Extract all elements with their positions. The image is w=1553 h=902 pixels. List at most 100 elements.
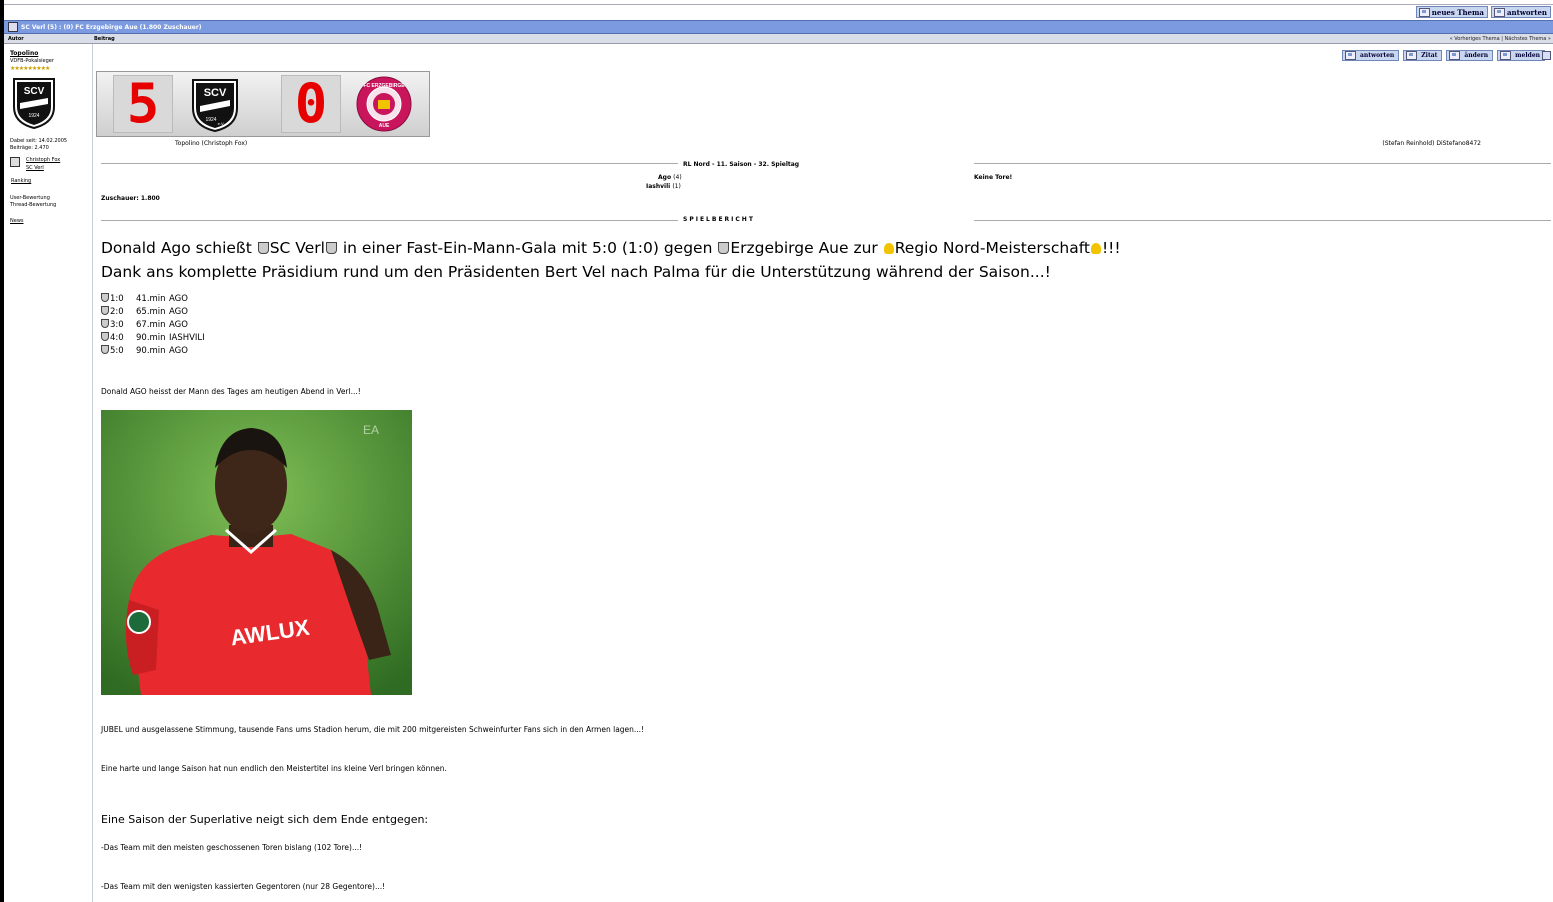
erzgebirge-aue-crest: FC ERZGEBIRGE AUE: [356, 76, 412, 132]
match-report-label: SPIELBERICHT: [683, 216, 755, 223]
edit-icon: [1449, 51, 1461, 60]
thread-icon: [8, 22, 18, 32]
report-headline: Donald Ago schießt SC Verl in einer Fast…: [101, 236, 1121, 284]
away-crest-sub: AUE: [379, 123, 390, 129]
column-header: Autor Beitrag « Vorheriges Thema | Nächs…: [4, 34, 1553, 44]
top-strip: [4, 0, 1553, 5]
paragraph-fewest-conceded: -Das Team mit den wenigsten kassierten G…: [101, 882, 386, 891]
paragraph-season: Eine harte und lange Saison hat nun endl…: [101, 764, 447, 773]
goal-club-icon: [101, 319, 109, 328]
aue-mini-icon: [718, 242, 730, 254]
home-manager: Topolino (Christoph Fox): [175, 140, 248, 147]
headline-opponent: Erzgebirge Aue zur: [730, 239, 883, 257]
away-scorers: Keine Tore!: [974, 174, 1013, 181]
goal-row: 5:0 90.min AGO: [101, 345, 205, 358]
club-name-link[interactable]: SC Verl: [26, 165, 60, 171]
reply-icon: [1344, 51, 1356, 60]
headline-title: Regio Nord-Meisterschaft: [894, 239, 1090, 257]
quote-icon: [1406, 51, 1418, 60]
headline-club: SC Verl: [269, 239, 325, 257]
goal-row: 4:0 90.min IASHVILI: [101, 332, 205, 345]
goal-player: AGO: [169, 307, 188, 317]
divider-report-right: [974, 220, 1551, 221]
player-photo: EA AWLUX: [101, 410, 412, 695]
thread-title-bar: SC Verl (5) : (0) FC Erzgebirge Aue (1.8…: [4, 20, 1553, 34]
goal-minute: 90.min: [136, 333, 166, 343]
home-score-panel: 5 SCV 1924 e.V.: [97, 72, 263, 136]
goal-club-icon: [101, 345, 109, 354]
edit-button[interactable]: ändern: [1446, 50, 1494, 61]
author-club: Christoph Fox SC Verl: [10, 157, 60, 173]
league-round: RL Nord - 11. Saison - 32. Spieltag: [683, 161, 800, 168]
author-sidebar: Topolino VDFB-Pokalsieger ★★★★★★★★★ SCV …: [4, 44, 93, 902]
help-icon[interactable]: [1542, 51, 1551, 60]
sc-verl-crest: SCV 1924 e.V.: [192, 79, 238, 132]
paragraph-most-goals: -Das Team mit den meisten geschossenen T…: [101, 843, 363, 852]
thread-navigation[interactable]: « Vorheriges Thema | Nächstes Thema »: [1450, 36, 1551, 42]
trophy-icon: [1090, 243, 1101, 254]
goal-score: 1:0: [110, 294, 124, 304]
spectators: Zuschauer: 1.800: [101, 195, 160, 202]
report-button[interactable]: melden: [1497, 50, 1545, 61]
scoreboard-banner: 5 SCV 1924 e.V. 0 FC ERZGEBIRGE AUE: [96, 71, 430, 137]
club-manager-link[interactable]: Christoph Fox: [26, 157, 60, 163]
goal-minute: 90.min: [136, 346, 166, 356]
home-scorer-2: Iashvili (1): [646, 183, 681, 190]
goal-club-icon: [101, 332, 109, 341]
author-username[interactable]: Topolino: [10, 50, 38, 57]
author-rank: VDFB-Pokalsieger: [10, 58, 54, 64]
goal-row: 1:0 41.min AGO: [101, 293, 205, 306]
post-column-header: Beitrag: [94, 36, 115, 42]
author-joined: Dabei seit: 14.02.2005: [10, 138, 68, 144]
goal-score: 5:0: [110, 346, 124, 356]
goal-minute: 41.min: [136, 294, 166, 304]
home-crest-year: 1924: [205, 117, 216, 123]
post-reply-button[interactable]: antworten: [1341, 50, 1400, 61]
goal-minute: 67.min: [136, 320, 166, 330]
scorer1-count: (4): [673, 174, 682, 181]
new-topic-icon: [1418, 7, 1430, 17]
goal-score: 2:0: [110, 307, 124, 317]
goal-list: 1:0 41.min AGO 2:0 65.min AGO 3:0 67.min AGO 4:0 9…: [101, 293, 205, 358]
avatar-crest-year: 1924: [28, 113, 39, 119]
scorer2-count: (1): [672, 183, 681, 190]
scorer1-name: Ago: [658, 174, 672, 181]
quote-button[interactable]: Zitat: [1403, 50, 1443, 61]
news-link[interactable]: News: [10, 218, 24, 224]
avatar-crest-text: SCV: [24, 86, 45, 97]
ranking-link[interactable]: Ranking: [11, 178, 31, 184]
sc-verl-mini-icon: [257, 242, 269, 254]
author-column-header: Autor: [8, 36, 24, 42]
home-crest-ev: e.V.: [218, 121, 225, 126]
user-rating-label: User-Bewertung: [10, 195, 50, 201]
headline-end: !!!: [1101, 239, 1121, 257]
divider-left: [101, 163, 678, 164]
trophy-icon: [883, 243, 894, 254]
club-crest-icon: [10, 157, 20, 167]
goal-player: AGO: [169, 294, 188, 304]
author-stars: ★★★★★★★★★: [10, 65, 50, 72]
quote-label: Zitat: [1421, 52, 1438, 59]
goal-row: 3:0 67.min AGO: [101, 319, 205, 332]
home-score-digit: 5: [113, 75, 173, 133]
top-button-bar: neues Thema antworten: [1415, 6, 1551, 18]
goal-minute: 65.min: [136, 307, 166, 317]
top-reply-label: antworten: [1506, 7, 1547, 17]
edit-label: ändern: [1464, 52, 1489, 59]
goal-row: 2:0 65.min AGO: [101, 306, 205, 319]
forum-page: neues Thema antworten SC Verl (5) : (0) …: [4, 0, 1553, 902]
post-button-bar: antworten Zitat ändern melden: [1341, 50, 1545, 61]
report-icon: [1500, 51, 1512, 60]
away-manager: (Stefan Reinhold) DiStefano8472: [1382, 140, 1481, 147]
paragraph-man-of-day: Donald AGO heisst der Mann des Tages am …: [101, 387, 361, 396]
report-label: melden: [1515, 52, 1540, 59]
thread-title: SC Verl (5) : (0) FC Erzgebirge Aue (1.8…: [21, 23, 202, 31]
sc-verl-mini-icon: [325, 242, 337, 254]
reply-icon: [1493, 7, 1505, 17]
home-crest-text: SCV: [204, 87, 227, 99]
top-reply-button[interactable]: antworten: [1490, 6, 1551, 18]
away-score-digit: 0: [281, 75, 341, 133]
away-crest-text: FC ERZGEBIRGE: [363, 83, 405, 89]
new-topic-button[interactable]: neues Thema: [1415, 6, 1488, 18]
goal-score: 3:0: [110, 320, 124, 330]
